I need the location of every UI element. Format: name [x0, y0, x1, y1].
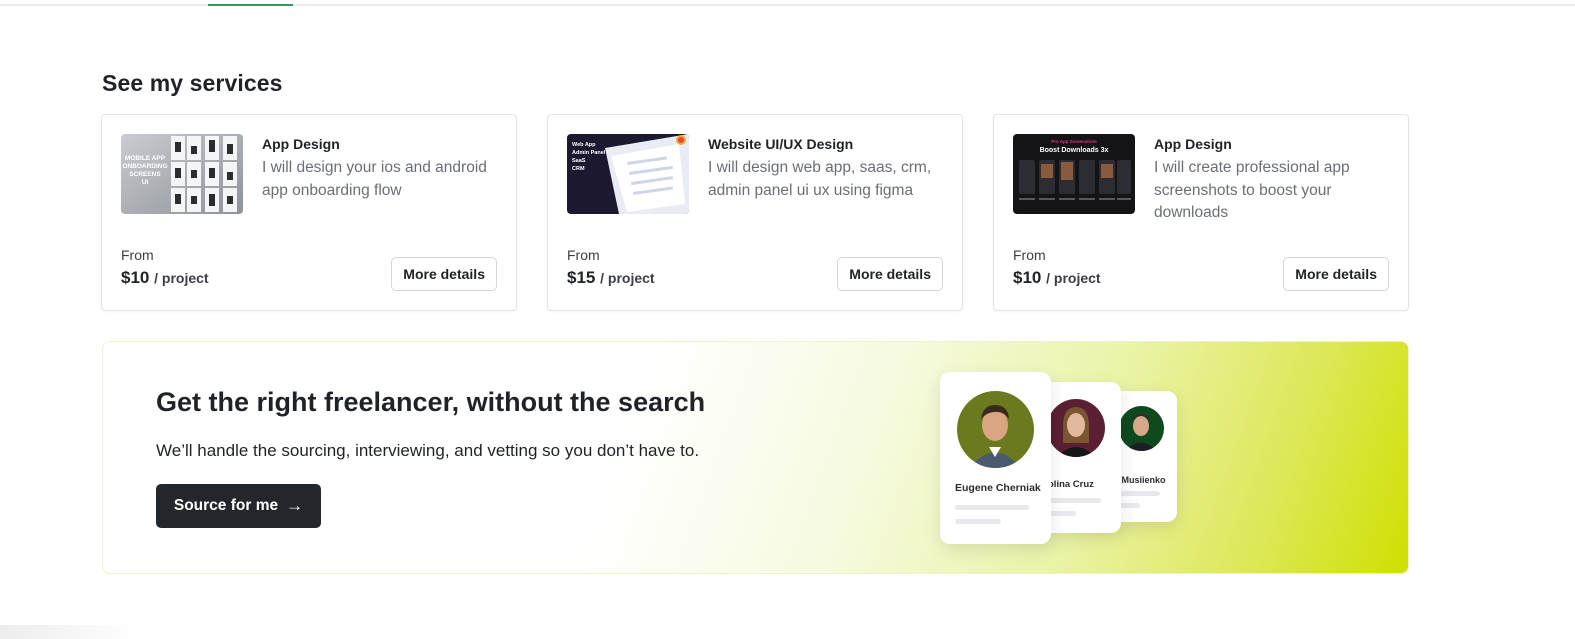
service-thumbnail[interactable]: MOBILE APP ONBOARDING SCREENS UI	[121, 134, 243, 214]
freelancer-name: Eugene Cherniak	[955, 482, 1041, 494]
svg-text:Boost Downloads 3x: Boost Downloads 3x	[1040, 147, 1109, 154]
price-from-label: From	[1013, 247, 1046, 263]
freelancer-profile-card: Eugene Cherniak	[940, 372, 1051, 544]
avatar	[1119, 406, 1164, 451]
service-description[interactable]: I will create professional app screensho…	[1154, 157, 1394, 225]
placeholder-line	[1120, 491, 1160, 496]
avatar	[1047, 399, 1105, 457]
more-details-button[interactable]: More details	[1283, 257, 1389, 291]
sourcing-banner: Get the right freelancer, without the se…	[102, 341, 1409, 574]
service-price: $10 / project	[1013, 268, 1101, 287]
price-from-label: From	[121, 247, 154, 263]
placeholder-line	[1120, 503, 1140, 508]
section-title: See my services	[102, 70, 283, 96]
service-category: Website UI/UX Design	[708, 136, 854, 152]
service-thumbnail[interactable]: Web App Admin Panel SaaS CRM	[567, 134, 689, 214]
more-details-button[interactable]: More details	[837, 257, 943, 291]
service-category: App Design	[262, 136, 340, 152]
svg-text:MOBILE APP: MOBILE APP	[125, 155, 166, 162]
scroll-shadow	[0, 625, 140, 639]
freelancer-name: olina Cruz	[1048, 479, 1094, 490]
service-thumbnail[interactable]: Pro App Screenshots Boost Downloads 3x	[1013, 134, 1135, 214]
service-category: App Design	[1154, 136, 1232, 152]
service-card[interactable]: Pro App Screenshots Boost Downloads 3x A…	[993, 114, 1409, 311]
svg-text:UI: UI	[142, 179, 149, 186]
price-from-label: From	[567, 247, 600, 263]
banner-title: Get the right freelancer, without the se…	[156, 387, 706, 417]
service-card[interactable]: MOBILE APP ONBOARDING SCREENS UI App Des…	[101, 114, 517, 311]
svg-text:CRM: CRM	[572, 166, 585, 172]
svg-text:SaaS: SaaS	[572, 158, 586, 164]
active-tab-indicator	[208, 4, 293, 6]
service-description[interactable]: I will design web app, saas, crm, admin …	[708, 157, 948, 202]
arrow-right-icon: →	[286, 496, 304, 515]
placeholder-line	[955, 519, 1001, 524]
more-details-button[interactable]: More details	[391, 257, 497, 291]
service-price: $15 / project	[567, 268, 655, 287]
source-button-label: Source for me	[173, 497, 279, 514]
svg-text:ONBOARDING: ONBOARDING	[122, 163, 167, 170]
service-description[interactable]: I will design your ios and android app o…	[262, 157, 502, 202]
source-for-me-button[interactable]: Source for me →	[156, 484, 321, 528]
service-price: $10 / project	[121, 268, 209, 287]
banner-subtitle: We’ll handle the sourcing, interviewing,…	[156, 441, 700, 460]
svg-text:Web App: Web App	[572, 142, 596, 148]
placeholder-line	[1046, 498, 1101, 503]
services-list: MOBILE APP ONBOARDING SCREENS UI App Des…	[101, 114, 1409, 311]
avatar	[957, 391, 1034, 468]
placeholder-line	[955, 505, 1029, 510]
svg-text:SCREENS: SCREENS	[129, 171, 161, 178]
service-card[interactable]: Web App Admin Panel SaaS CRM Website UI/…	[547, 114, 963, 311]
svg-text:Admin Panel: Admin Panel	[572, 150, 606, 156]
svg-text:Pro App Screenshots: Pro App Screenshots	[1051, 139, 1097, 144]
